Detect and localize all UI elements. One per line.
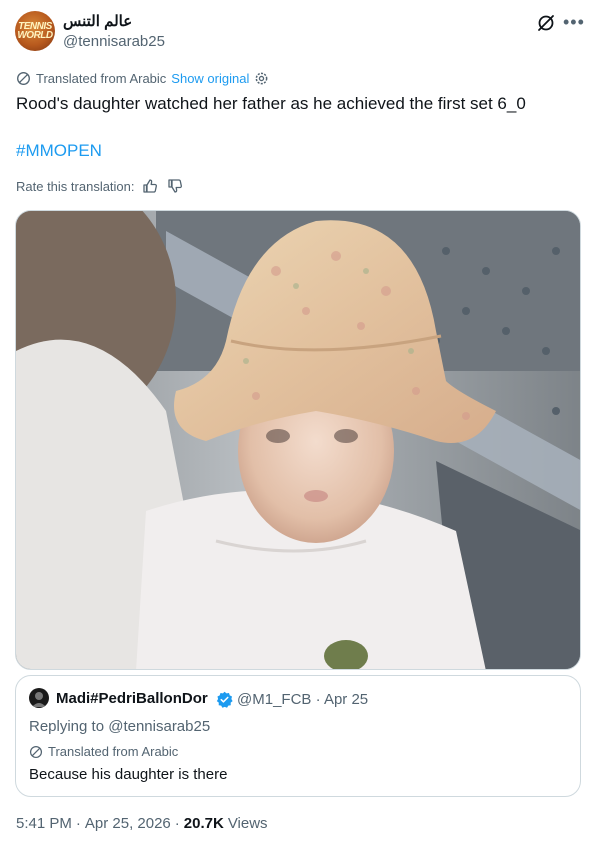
views-label: Views	[227, 815, 268, 832]
quote-handle[interactable]: @M1_FCB	[237, 691, 311, 708]
post-text: Rood's daughter watched her father as he…	[16, 94, 526, 113]
quote-dot: ·	[315, 691, 321, 708]
globe-icon	[17, 71, 30, 85]
quote-avatar[interactable]	[29, 688, 49, 708]
post-meta: 5:41 PM · Apr 25, 2026 · 20.7K Views	[16, 815, 268, 832]
globe-icon	[29, 745, 43, 758]
rate-label: Rate this translation:	[16, 178, 135, 194]
quote-date[interactable]: Apr 25	[324, 691, 368, 708]
thumbs-down-icon[interactable]	[167, 178, 183, 194]
post-date[interactable]: Apr 25, 2026	[85, 815, 171, 832]
hashtag-link[interactable]: #MMOPEN	[16, 141, 102, 161]
grok-icon[interactable]	[536, 13, 556, 33]
quoted-post[interactable]: Madi#PedriBallonDor @M1_FCB · Apr 25 Rep…	[15, 675, 581, 797]
replying-to: Replying to @tennisarab25	[29, 718, 210, 735]
quote-text: Because his daughter is there	[29, 766, 228, 783]
avatar[interactable]: TENNIS WORLD	[15, 11, 55, 51]
post-time[interactable]: 5:41 PM	[16, 815, 72, 832]
verified-badge-icon	[216, 691, 233, 708]
replying-prefix: Replying to	[29, 718, 105, 735]
avatar-logo-text: TENNIS WORLD	[17, 21, 53, 41]
quote-translation-notice: Translated from Arabic	[29, 744, 178, 759]
translated-label: Translated from Arabic	[36, 70, 167, 86]
show-original-link[interactable]: Show original	[171, 71, 249, 86]
user-handle[interactable]: @tennisarab25	[63, 33, 165, 50]
meta-dot: ·	[75, 815, 81, 832]
quote-display-name[interactable]: Madi#PedriBallonDor	[56, 690, 208, 707]
post-image[interactable]	[15, 210, 581, 670]
thumbs-up-icon[interactable]	[142, 178, 158, 194]
gear-icon[interactable]	[254, 71, 269, 86]
display-name[interactable]: عالم التنس	[63, 12, 132, 30]
views-count: 20.7K	[183, 815, 224, 832]
translation-notice: Translated from Arabic Show original	[16, 69, 269, 87]
quote-translated-label: Translated from Arabic	[48, 744, 179, 759]
quote-handle-date: @M1_FCB · Apr 25	[237, 691, 368, 708]
baby-photo	[16, 211, 580, 669]
rate-translation: Rate this translation:	[16, 177, 183, 195]
replying-mention[interactable]: @tennisarab25	[108, 718, 210, 735]
more-icon[interactable]: •••	[563, 12, 585, 33]
meta-dot: ·	[174, 815, 180, 832]
